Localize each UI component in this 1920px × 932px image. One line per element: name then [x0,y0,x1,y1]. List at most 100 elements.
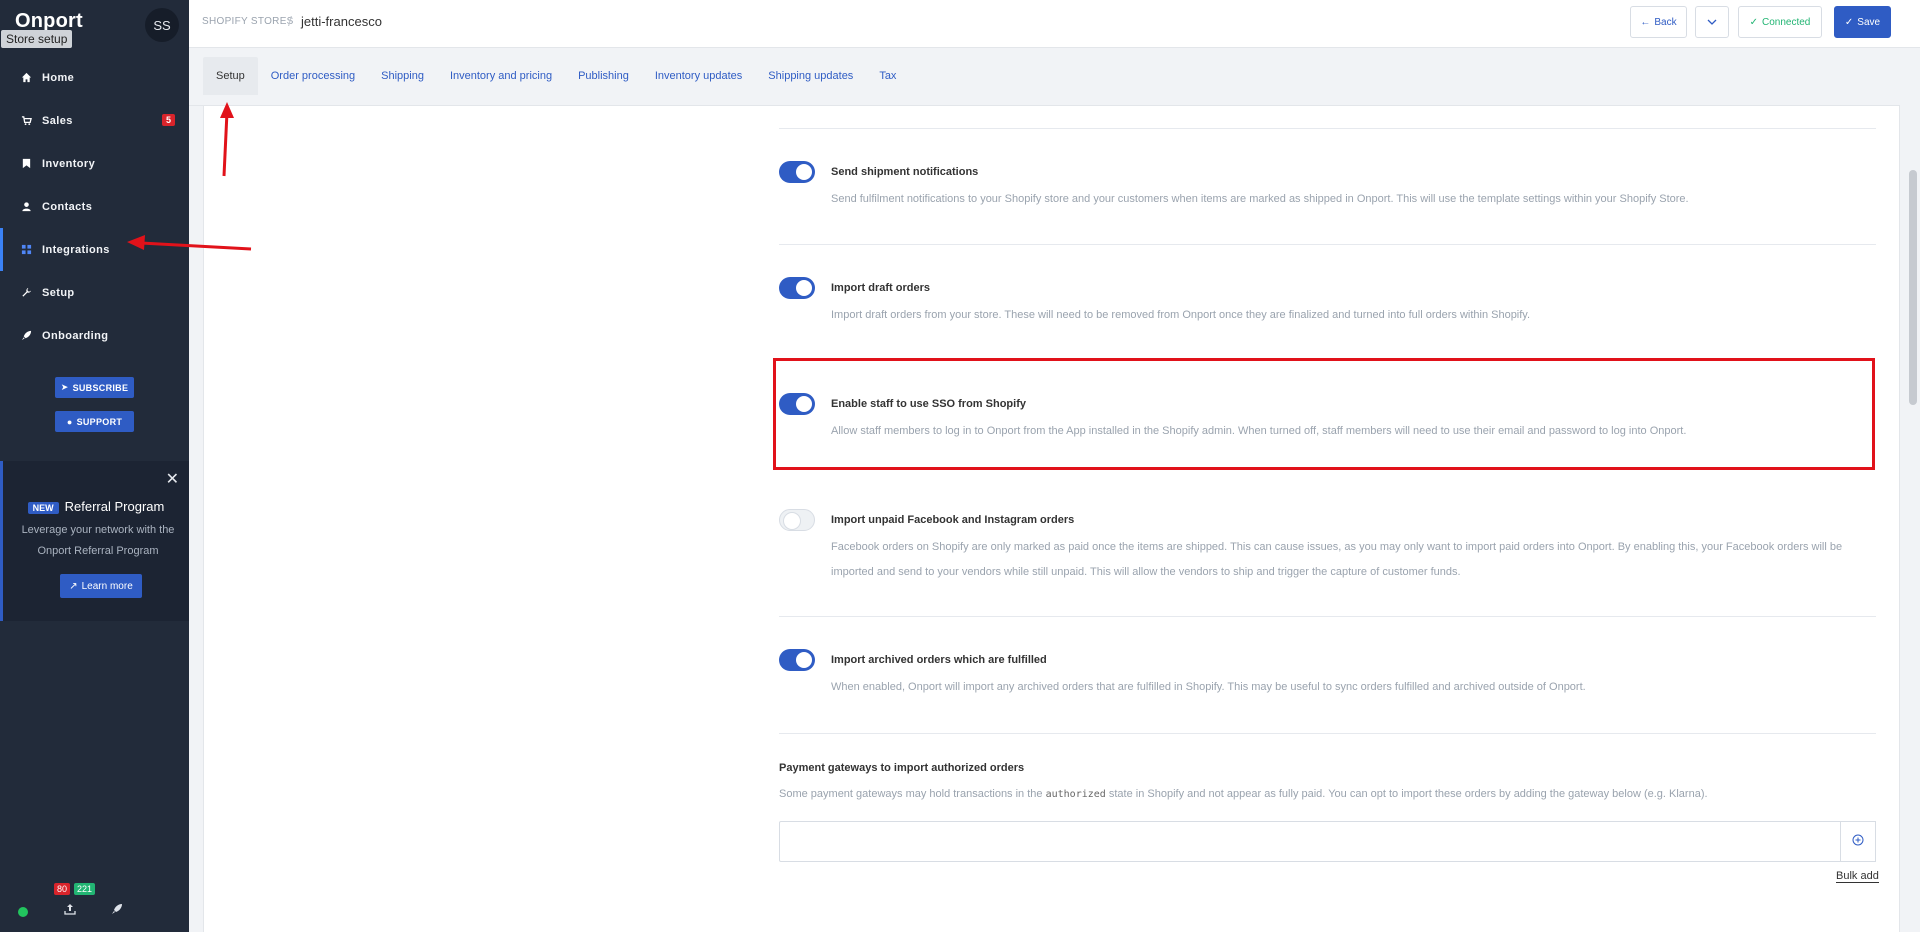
annotation-arrow-left [127,235,252,251]
annotation-highlight-box [773,358,1875,470]
divider [779,128,1876,129]
sidebar-item-inventory[interactable]: Inventory [0,142,189,185]
sidebar-item-home[interactable]: Home [0,56,189,99]
upload-icon[interactable] [64,903,76,918]
code-authorized: authorized [1045,789,1106,800]
rocket-icon [20,330,32,342]
arrow-left-icon: ← [1640,16,1651,28]
referral-title-text: Referral Program [64,499,165,514]
sidebar-item-sales[interactable]: Sales 5 [0,99,189,142]
setting-title: Import unpaid Facebook and Instagram ord… [831,514,1075,526]
task-count-badge: 221 [74,883,96,895]
setting-description: Send fulfilment notifications to your Sh… [831,193,1689,205]
payment-gateway-input[interactable] [779,821,1841,862]
import-archived-orders-toggle[interactable] [779,649,815,671]
page-title: jetti-francesco [301,14,382,29]
scrollbar[interactable] [1909,170,1917,405]
connected-label: Connected [1762,16,1811,28]
sidebar-item-label: Setup [42,286,75,299]
description-text: Some payment gateways may hold transacti… [779,788,1043,800]
divider [779,616,1876,617]
save-button-label: Save [1857,16,1881,28]
sidebar-item-label: Sales [42,114,73,127]
bulk-add-link[interactable]: Bulk add [1836,870,1879,883]
setting-title: Import archived orders which are fulfill… [831,654,1047,666]
tab-inventory-updates[interactable]: Inventory updates [642,57,755,95]
setting-title: Import draft orders [831,282,931,294]
sidebar-item-label: Integrations [42,243,110,256]
sidebar-item-setup[interactable]: Setup [0,271,189,314]
payment-gateways-title: Payment gateways to import authorized or… [779,762,1025,774]
annotation-arrow-up [220,102,234,177]
external-link-icon: ↗ [69,580,78,592]
tab-setup[interactable]: Setup [203,57,258,95]
chevron-down-icon [1707,17,1717,28]
more-options-button[interactable] [1695,6,1729,38]
subscribe-button[interactable]: ➤ SUBSCRIBE [55,377,134,398]
status-dot [18,907,28,917]
setting-description: Allow staff members to log in to Onport … [831,425,1687,437]
help-icon: ● [66,416,73,427]
sidebar-item-label: Home [42,71,75,84]
learn-more-button[interactable]: ↗ Learn more [60,574,142,598]
sales-count-badge: 5 [162,114,176,126]
breadcrumb-shopify-stores[interactable]: SHOPIFY STORES [202,16,294,27]
back-button-label: Back [1654,16,1677,28]
grid-icon [20,244,32,256]
back-button[interactable]: ← Back [1630,6,1687,38]
send-icon: ➤ [60,382,69,392]
tab-publishing[interactable]: Publishing [565,57,642,95]
sidebar-nav: Home Sales 5 Inventory Contacts Integrat… [0,56,189,357]
cart-icon [20,115,32,127]
setting-title: Enable staff to use SSO from Shopify [831,398,1026,410]
plus-circle-icon [1852,834,1864,849]
support-button-label: SUPPORT [76,416,123,427]
send-shipment-notifications-toggle[interactable] [779,161,815,183]
avatar[interactable]: SS [145,8,179,42]
breadcrumb-separator: / [288,13,292,29]
tab-tax[interactable]: Tax [866,57,909,95]
tooltip: Store setup [1,30,73,48]
notification-count-badge: 80 [54,883,71,895]
learn-more-label: Learn more [81,580,133,592]
setting-description: Import draft orders from your store. The… [831,309,1531,321]
rocket-icon[interactable] [111,903,123,918]
user-icon [20,201,32,213]
tab-inventory-and-pricing[interactable]: Inventory and pricing [437,57,565,95]
import-unpaid-facebook-orders-toggle[interactable] [779,509,815,531]
referral-title: NEW Referral Program [3,499,189,514]
divider [779,244,1876,245]
sidebar: Onport SS Store setup Home Sales 5 Inven… [0,0,189,932]
sidebar-item-label: Onboarding [42,329,109,342]
tab-order-processing[interactable]: Order processing [258,57,368,95]
description-text: state in Shopify and not appear as fully… [1108,788,1708,800]
sidebar-item-label: Contacts [42,200,93,213]
save-button[interactable]: ✓ Save [1834,6,1891,38]
wrench-icon [20,287,32,299]
check-icon: ✓ [1844,16,1854,28]
bookmark-icon [20,158,32,170]
divider [779,733,1876,734]
enable-staff-sso-toggle[interactable] [779,393,815,415]
setting-title: Send shipment notifications [831,166,979,178]
setting-description: When enabled, Onport will import any arc… [831,681,1586,693]
connected-status-button[interactable]: ✓ Connected [1738,6,1822,38]
import-draft-orders-toggle[interactable] [779,277,815,299]
header-bar: SHOPIFY STORES / jetti-francesco ← Back … [189,0,1920,48]
check-icon: ✓ [1749,16,1758,28]
payment-gateways-description: Some payment gateways may hold transacti… [779,788,1708,800]
support-button[interactable]: ● SUPPORT [55,411,134,432]
close-icon[interactable]: ✕ [166,469,179,489]
sidebar-item-label: Inventory [42,157,96,170]
settings-tabs: Setup Order processing Shipping Inventor… [203,57,909,95]
sidebar-item-onboarding[interactable]: Onboarding [0,314,189,357]
sidebar-item-contacts[interactable]: Contacts [0,185,189,228]
home-icon [20,72,32,84]
add-gateway-button[interactable] [1841,821,1876,862]
new-badge: NEW [27,502,59,514]
setting-description: Facebook orders on Shopify are only mark… [831,541,1843,578]
referral-card: ✕ NEW Referral Program Leverage your netw… [0,461,189,621]
referral-text: Leverage your network with the Onport Re… [21,524,175,557]
tab-shipping[interactable]: Shipping [368,57,437,95]
tab-shipping-updates[interactable]: Shipping updates [755,57,866,95]
